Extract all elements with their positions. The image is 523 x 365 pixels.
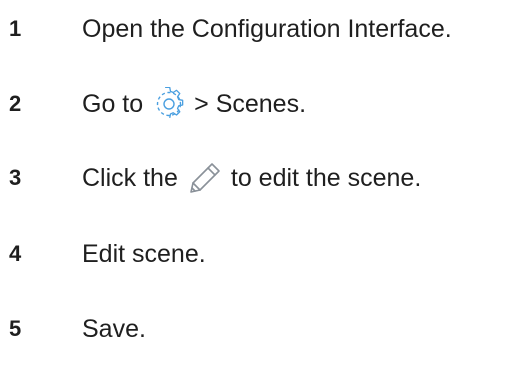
step-text: Save. <box>82 307 146 351</box>
instruction-steps: 1 Open the Configuration Interface. 2 Go… <box>0 0 523 365</box>
step-number: 5 <box>9 316 22 341</box>
step-number: 4 <box>9 241 22 266</box>
step-3: 3 Click the to edit the scene. <box>0 156 523 200</box>
step-text-after: to edit the scene. <box>230 164 422 192</box>
pencil-icon <box>187 160 223 196</box>
step-text: Go to > Scenes. <box>82 82 306 126</box>
step-5: 5 Save. <box>0 307 523 351</box>
step-number: 2 <box>9 91 22 116</box>
step-1: 1 Open the Configuration Interface. <box>0 7 523 51</box>
step-text-content: Save. <box>82 315 146 343</box>
step-text: Open the Configuration Interface. <box>82 7 452 51</box>
step-number: 1 <box>9 16 22 41</box>
step-number: 3 <box>9 165 22 190</box>
step-2: 2 Go to > Scenes. <box>0 82 523 126</box>
step-4: 4 Edit scene. <box>0 232 523 276</box>
step-text-content: Edit scene. <box>82 240 206 268</box>
step-text-after: > Scenes. <box>194 90 307 118</box>
step-text-before: Click the <box>82 164 178 192</box>
step-text-content: Open the Configuration Interface. <box>82 15 452 43</box>
step-text-before: Go to <box>82 90 144 118</box>
step-text: Click the to edit the scene. <box>82 156 421 200</box>
step-text: Edit scene. <box>82 232 206 276</box>
gear-icon <box>152 87 186 121</box>
